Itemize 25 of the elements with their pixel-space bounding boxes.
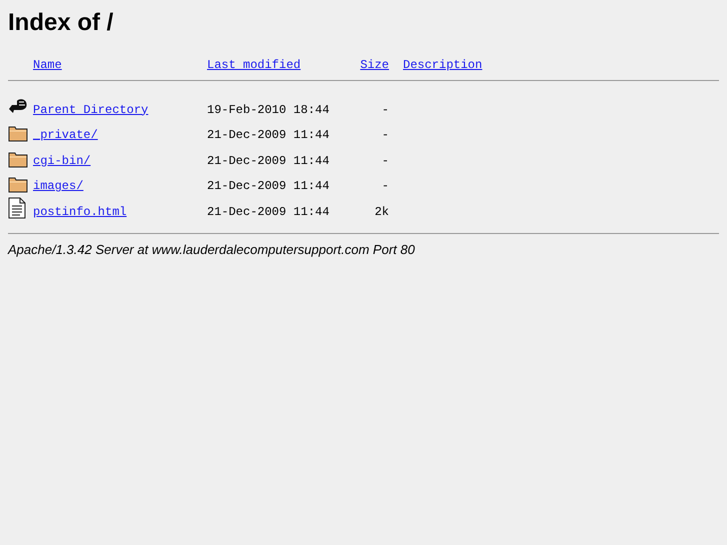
file-size: 2k: [374, 204, 389, 218]
size-column-header[interactable]: Size: [360, 58, 389, 72]
modified-date: 21-Dec-2009 11:44: [207, 154, 330, 168]
folder-icon: [8, 124, 28, 142]
document-icon: [8, 196, 26, 218]
file-size: -: [382, 179, 389, 193]
file-link[interactable]: images/: [33, 179, 84, 193]
server-signature: Apache/1.3.42 Server at www.lauderdalecomputersupport.com Port 80: [8, 242, 416, 256]
modified-date: 21-Dec-2009 11:44: [207, 179, 330, 193]
name-column-header[interactable]: Name: [33, 58, 62, 72]
file-size: -: [382, 102, 389, 116]
page-title: Index of /: [8, 8, 114, 38]
modified-date: 21-Dec-2009 11:44: [207, 128, 330, 142]
file-link[interactable]: Parent Directory: [33, 102, 148, 116]
description-column-header[interactable]: Description: [403, 58, 482, 72]
modified-column-header[interactable]: Last modified: [207, 58, 301, 72]
file-link[interactable]: _private/: [33, 128, 98, 142]
file-link[interactable]: postinfo.html: [33, 204, 127, 218]
modified-date: 21-Dec-2009 11:44: [207, 204, 330, 218]
file-link[interactable]: cgi-bin/: [33, 154, 91, 168]
file-size: -: [382, 154, 389, 168]
file-size: -: [382, 128, 389, 142]
modified-date: 19-Feb-2010 18:44: [207, 102, 330, 116]
folder-icon: [8, 150, 28, 168]
folder-icon: [8, 175, 28, 193]
